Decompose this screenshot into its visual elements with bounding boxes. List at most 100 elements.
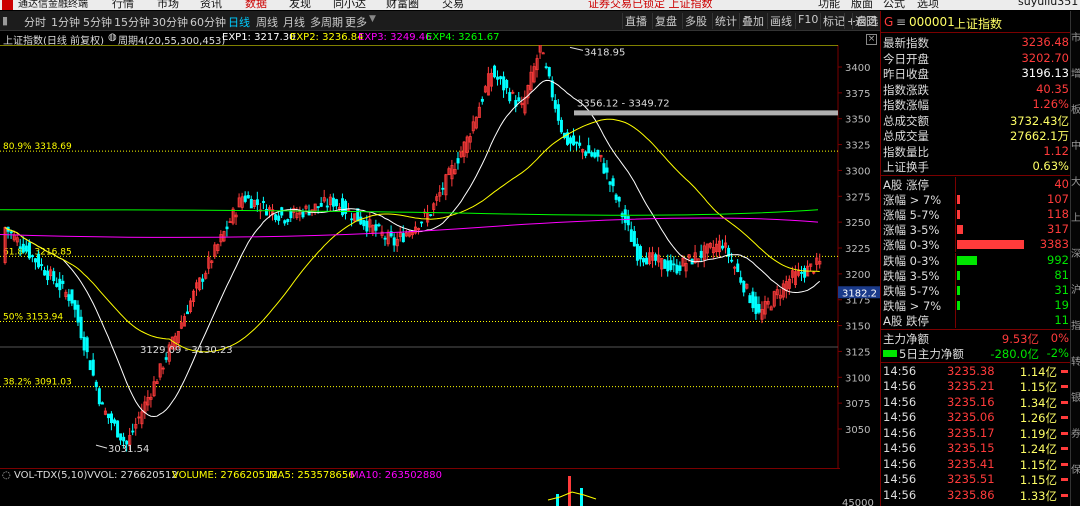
y-tick-label: 3150 bbox=[845, 322, 870, 333]
period-more[interactable]: 更多 bbox=[345, 14, 367, 30]
candle-body bbox=[185, 311, 189, 315]
gear-icon[interactable]: ◍ bbox=[108, 32, 117, 43]
edge-label[interactable]: 中 bbox=[1071, 137, 1080, 152]
breadth-row-value: 3383 bbox=[1039, 237, 1069, 252]
edge-label[interactable]: 深 bbox=[1071, 245, 1080, 260]
menu-news[interactable]: 资讯 bbox=[200, 0, 222, 10]
menu-wealth[interactable]: 财富圈 bbox=[386, 0, 419, 10]
period-60min[interactable]: 60分钟 bbox=[190, 14, 226, 30]
quote-row: 最新指数 3236.48 bbox=[881, 35, 1071, 50]
close-icon[interactable]: × bbox=[866, 34, 877, 45]
menu-icon[interactable]: ≡ bbox=[896, 15, 906, 29]
candle-body bbox=[255, 199, 259, 206]
candle-body bbox=[73, 300, 77, 310]
tick-time: 14:56 bbox=[883, 456, 917, 471]
menu-tongxiaoda[interactable]: 同小达 bbox=[333, 0, 366, 10]
breadth-divider bbox=[955, 252, 956, 268]
flow-row: 5日主力净额 -280.0亿 -2% bbox=[881, 346, 1071, 361]
tick-direction bbox=[1061, 369, 1068, 373]
breadth-divider bbox=[955, 267, 956, 283]
toolbar-back[interactable]: 返回 bbox=[852, 13, 879, 29]
candle-body bbox=[748, 295, 752, 304]
menu-function[interactable]: 功能 bbox=[818, 0, 840, 10]
period-15min[interactable]: 15分钟 bbox=[114, 14, 150, 30]
candle-body bbox=[316, 206, 320, 208]
exp2-value: EXP2: 3236.84 bbox=[290, 32, 364, 43]
candle-body bbox=[602, 163, 606, 174]
chevron-down-icon[interactable]: ▼ bbox=[369, 14, 376, 24]
candle-body bbox=[274, 214, 278, 220]
menu-discover[interactable]: 发现 bbox=[289, 0, 311, 10]
candle-body bbox=[617, 196, 621, 202]
breadth-bar bbox=[957, 270, 960, 280]
range-band-upper bbox=[574, 110, 838, 116]
toolbar-overlay[interactable]: 叠加 bbox=[739, 13, 766, 29]
menu-data[interactable]: 数据 bbox=[245, 0, 267, 10]
toolbar-f10[interactable]: F10 bbox=[795, 13, 820, 29]
tick-row: 14:56 3235.86 1.33亿 bbox=[881, 488, 1071, 503]
candle-body bbox=[754, 296, 758, 314]
candlestick-chart[interactable]: 80.9% 3318.6961.8% 3216.8550% 3153.9438.… bbox=[0, 45, 880, 506]
flow-label: 主力净额 bbox=[883, 331, 929, 346]
menu-quotes[interactable]: 行情 bbox=[112, 0, 134, 10]
period-monthly[interactable]: 月线 bbox=[283, 14, 305, 30]
candle-body bbox=[505, 80, 509, 89]
period-timeshare[interactable]: 分时 bbox=[24, 14, 46, 30]
candle-body bbox=[116, 420, 120, 438]
annotations: 3418.95 3031.54 3356.12 - 3349.72 3129.09 -… bbox=[95, 46, 838, 455]
period-daily[interactable]: 日线 bbox=[228, 14, 250, 30]
edge-label[interactable]: 板 bbox=[1071, 101, 1080, 116]
collapse-icon[interactable]: ▮ bbox=[2, 14, 8, 27]
edge-label[interactable]: 市 bbox=[1071, 29, 1080, 44]
user-name[interactable]: suyuliu351 bbox=[1018, 0, 1078, 8]
breadth-row-value: 992 bbox=[1047, 252, 1069, 267]
period-5min[interactable]: 5分钟 bbox=[83, 14, 112, 30]
menu-trade[interactable]: 交易 bbox=[442, 0, 464, 10]
quote-row: 指数涨幅 1.26% bbox=[881, 97, 1071, 112]
app-window: 通达信金融终端 行情 市场 资讯 数据 发现 同小达 财富圈 交易 证券交易已锁… bbox=[0, 0, 1080, 506]
edge-label[interactable]: 沪 bbox=[1071, 281, 1080, 296]
period-multi[interactable]: 多周期 bbox=[310, 14, 343, 30]
edge-label[interactable]: 银 bbox=[1071, 389, 1080, 404]
edge-label[interactable]: 券 bbox=[1071, 425, 1080, 440]
menu-layout[interactable]: 版面 bbox=[851, 0, 873, 10]
menu-formula[interactable]: 公式 bbox=[883, 0, 905, 10]
candle-body bbox=[675, 264, 679, 274]
toolbar-draw[interactable]: 画线 bbox=[767, 13, 794, 29]
edge-label[interactable]: 大 bbox=[1071, 173, 1080, 188]
tick-row: 14:56 3235.41 1.15亿 bbox=[881, 457, 1071, 472]
toolbar-stats[interactable]: 统计 bbox=[712, 13, 739, 29]
quote-row-value: 3732.43亿 bbox=[1009, 113, 1069, 128]
flow-pct: -2% bbox=[1046, 346, 1069, 360]
edge-label[interactable]: 增 bbox=[1071, 65, 1080, 80]
candle-body bbox=[201, 278, 205, 282]
period-weekly[interactable]: 周线 bbox=[256, 14, 278, 30]
breadth-bar bbox=[957, 225, 964, 235]
period-1min[interactable]: 1分钟 bbox=[51, 14, 80, 30]
candle-body bbox=[736, 263, 740, 273]
settings-icon[interactable]: ◌ bbox=[2, 470, 11, 481]
candle-body bbox=[34, 258, 38, 263]
menu-market[interactable]: 市场 bbox=[157, 0, 179, 10]
edge-label[interactable]: 指 bbox=[1071, 317, 1080, 332]
breadth-divider bbox=[955, 222, 956, 238]
period-30min[interactable]: 30分钟 bbox=[152, 14, 188, 30]
breadth-row: 跌幅 5-7% 31 bbox=[881, 282, 1071, 298]
toolbar-replay[interactable]: 复盘 bbox=[652, 13, 679, 29]
menu-options[interactable]: 选项 bbox=[917, 0, 939, 10]
breadth-bar bbox=[957, 285, 960, 295]
toolbar-mark[interactable]: 标记 bbox=[820, 13, 847, 29]
candle-body bbox=[280, 207, 284, 216]
candle-body bbox=[632, 231, 636, 247]
edge-label[interactable]: 转 bbox=[1071, 353, 1080, 368]
candle-body bbox=[669, 260, 673, 270]
edge-label[interactable]: 保 bbox=[1071, 461, 1080, 476]
tick-direction bbox=[1061, 478, 1068, 481]
toolbar-live[interactable]: 直播 bbox=[622, 13, 649, 29]
stock-name: 上证指数 bbox=[954, 17, 1003, 31]
quote-row-label: 总成交额 bbox=[883, 113, 929, 128]
candle-body bbox=[635, 243, 639, 261]
toolbar-multistock[interactable]: 多股 bbox=[682, 13, 709, 29]
edge-label[interactable]: 上 bbox=[1071, 209, 1080, 224]
quote-row-value: 3202.70 bbox=[1021, 50, 1069, 65]
